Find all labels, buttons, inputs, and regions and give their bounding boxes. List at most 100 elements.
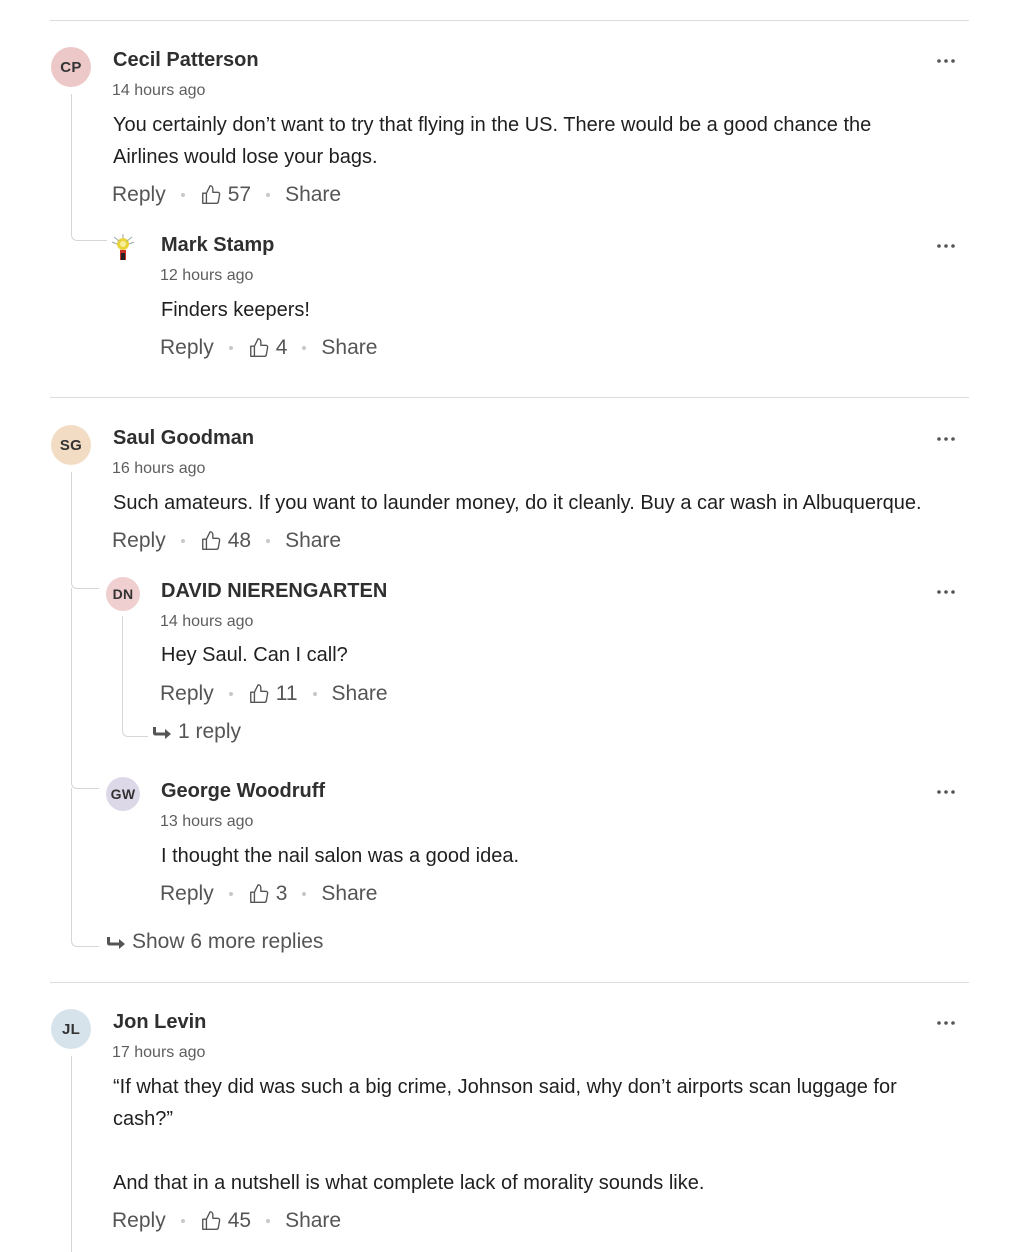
more-options-icon[interactable] bbox=[936, 57, 958, 67]
separator-dot bbox=[302, 346, 307, 350]
reply-arrow-icon bbox=[107, 937, 125, 949]
like-button[interactable]: 48 bbox=[200, 529, 251, 553]
separator-dot bbox=[302, 892, 307, 896]
comment-actions: Reply 45 Share bbox=[112, 1208, 341, 1234]
separator-dot bbox=[266, 1219, 271, 1223]
divider bbox=[50, 982, 969, 983]
thread-line bbox=[122, 616, 148, 737]
share-button[interactable]: Share bbox=[285, 183, 341, 207]
share-button[interactable]: Share bbox=[285, 529, 341, 553]
thread-line bbox=[71, 472, 99, 589]
separator-dot bbox=[228, 892, 233, 896]
avatar[interactable]: DN bbox=[106, 577, 140, 611]
comment-text-line bbox=[113, 1135, 963, 1167]
comment-text-line: Finders keepers! bbox=[161, 299, 310, 321]
thread-line bbox=[71, 588, 99, 789]
separator-dot bbox=[266, 539, 271, 543]
author-name[interactable]: George Woodruff bbox=[161, 780, 325, 803]
reply-button[interactable]: Reply bbox=[160, 336, 214, 360]
more-options-icon[interactable] bbox=[936, 588, 958, 598]
comment-text-line: And that in a nutshell is what complete … bbox=[113, 1172, 705, 1194]
timestamp: 16 hours ago bbox=[112, 460, 206, 477]
comment-text: “If what they did was such a big crime, … bbox=[113, 1071, 963, 1199]
timestamp: 14 hours ago bbox=[112, 82, 206, 99]
photo-avatar[interactable] bbox=[106, 232, 140, 266]
like-count: 11 bbox=[275, 682, 298, 705]
share-button[interactable]: Share bbox=[321, 336, 377, 360]
comment-text-line: I thought the nail salon was a good idea… bbox=[161, 845, 520, 867]
avatar-initials: DN bbox=[112, 586, 134, 602]
author-name[interactable]: DAVID NIERENGARTEN bbox=[161, 580, 387, 603]
comment-text-line: cash?” bbox=[113, 1108, 174, 1130]
more-options-icon[interactable] bbox=[936, 242, 958, 252]
avatar-initials: SG bbox=[59, 436, 83, 454]
like-button[interactable]: 11 bbox=[248, 682, 298, 706]
thread-line bbox=[71, 1056, 72, 1252]
like-button[interactable]: 45 bbox=[200, 1209, 251, 1233]
avatar-initials: CP bbox=[60, 58, 82, 76]
reply-button[interactable]: Reply bbox=[160, 882, 214, 906]
thumbs-up-icon bbox=[201, 185, 221, 204]
separator-dot bbox=[266, 193, 271, 197]
comment-actions: Reply 57 Share bbox=[112, 182, 341, 208]
reply-button[interactable]: Reply bbox=[112, 1209, 166, 1233]
thumbs-up-icon bbox=[249, 338, 269, 357]
thumbs-up-icon bbox=[201, 1211, 221, 1230]
more-options-icon[interactable] bbox=[936, 435, 958, 445]
thread-line bbox=[71, 788, 99, 947]
separator-dot bbox=[312, 692, 317, 696]
reply-count: 1 reply bbox=[178, 720, 242, 743]
thread-line bbox=[71, 94, 107, 241]
like-button[interactable]: 3 bbox=[248, 882, 288, 906]
like-count: 48 bbox=[227, 529, 252, 552]
comment-text-line: “If what they did was such a big crime, … bbox=[113, 1076, 897, 1098]
show-more-replies-button[interactable]: Show 6 more replies bbox=[106, 930, 323, 954]
separator-dot bbox=[228, 346, 233, 350]
reply-button[interactable]: Reply bbox=[112, 529, 166, 553]
avatar-initials: JL bbox=[61, 1020, 81, 1038]
like-button[interactable]: 57 bbox=[200, 183, 251, 207]
share-button[interactable]: Share bbox=[285, 1209, 341, 1233]
like-count: 4 bbox=[275, 336, 288, 359]
divider bbox=[50, 397, 969, 398]
share-button[interactable]: Share bbox=[321, 882, 377, 906]
avatar[interactable]: SG bbox=[51, 425, 91, 465]
like-count: 3 bbox=[275, 882, 288, 905]
author-name[interactable]: Cecil Patterson bbox=[113, 49, 259, 72]
reply-button[interactable]: Reply bbox=[112, 183, 166, 207]
like-count: 57 bbox=[227, 183, 252, 206]
avatar[interactable]: CP bbox=[51, 47, 91, 87]
thumbs-up-icon bbox=[249, 884, 269, 903]
comment-text-line: Hey Saul. Can I call? bbox=[161, 644, 348, 666]
comment-text: I thought the nail salon was a good idea… bbox=[161, 840, 941, 872]
avatar[interactable]: JL bbox=[51, 1009, 91, 1049]
avatar[interactable]: GW bbox=[106, 777, 140, 811]
comment-actions: Reply 3 Share bbox=[160, 881, 377, 907]
more-options-icon[interactable] bbox=[936, 788, 958, 798]
comment-text: You certainly don’t want to try that fly… bbox=[113, 109, 953, 173]
share-button[interactable]: Share bbox=[332, 682, 388, 706]
comment-actions: Reply 48 Share bbox=[112, 528, 341, 554]
author-name[interactable]: Jon Levin bbox=[113, 1011, 206, 1034]
author-name[interactable]: Saul Goodman bbox=[113, 427, 254, 450]
timestamp: 14 hours ago bbox=[160, 613, 254, 630]
separator-dot bbox=[180, 193, 185, 197]
reply-button[interactable]: Reply bbox=[160, 682, 214, 706]
view-replies-button[interactable]: 1 reply bbox=[152, 720, 241, 744]
thumbs-up-icon bbox=[201, 531, 221, 550]
comment-actions: Reply 11 Share bbox=[160, 681, 388, 707]
like-button[interactable]: 4 bbox=[248, 336, 288, 360]
more-replies-label: Show 6 more replies bbox=[132, 930, 324, 953]
comment-actions: Reply 4 Share bbox=[160, 335, 377, 361]
separator-dot bbox=[228, 692, 233, 696]
like-count: 45 bbox=[227, 1209, 252, 1232]
reply-arrow-icon bbox=[153, 727, 171, 739]
more-options-icon[interactable] bbox=[936, 1019, 958, 1029]
author-name[interactable]: Mark Stamp bbox=[161, 234, 274, 257]
timestamp: 12 hours ago bbox=[160, 267, 254, 284]
comment-text: Finders keepers! bbox=[161, 294, 941, 326]
timestamp: 13 hours ago bbox=[160, 813, 254, 830]
separator-dot bbox=[180, 539, 185, 543]
comment-text-line: Such amateurs. If you want to launder mo… bbox=[113, 492, 922, 514]
thumbs-up-icon bbox=[249, 684, 269, 703]
